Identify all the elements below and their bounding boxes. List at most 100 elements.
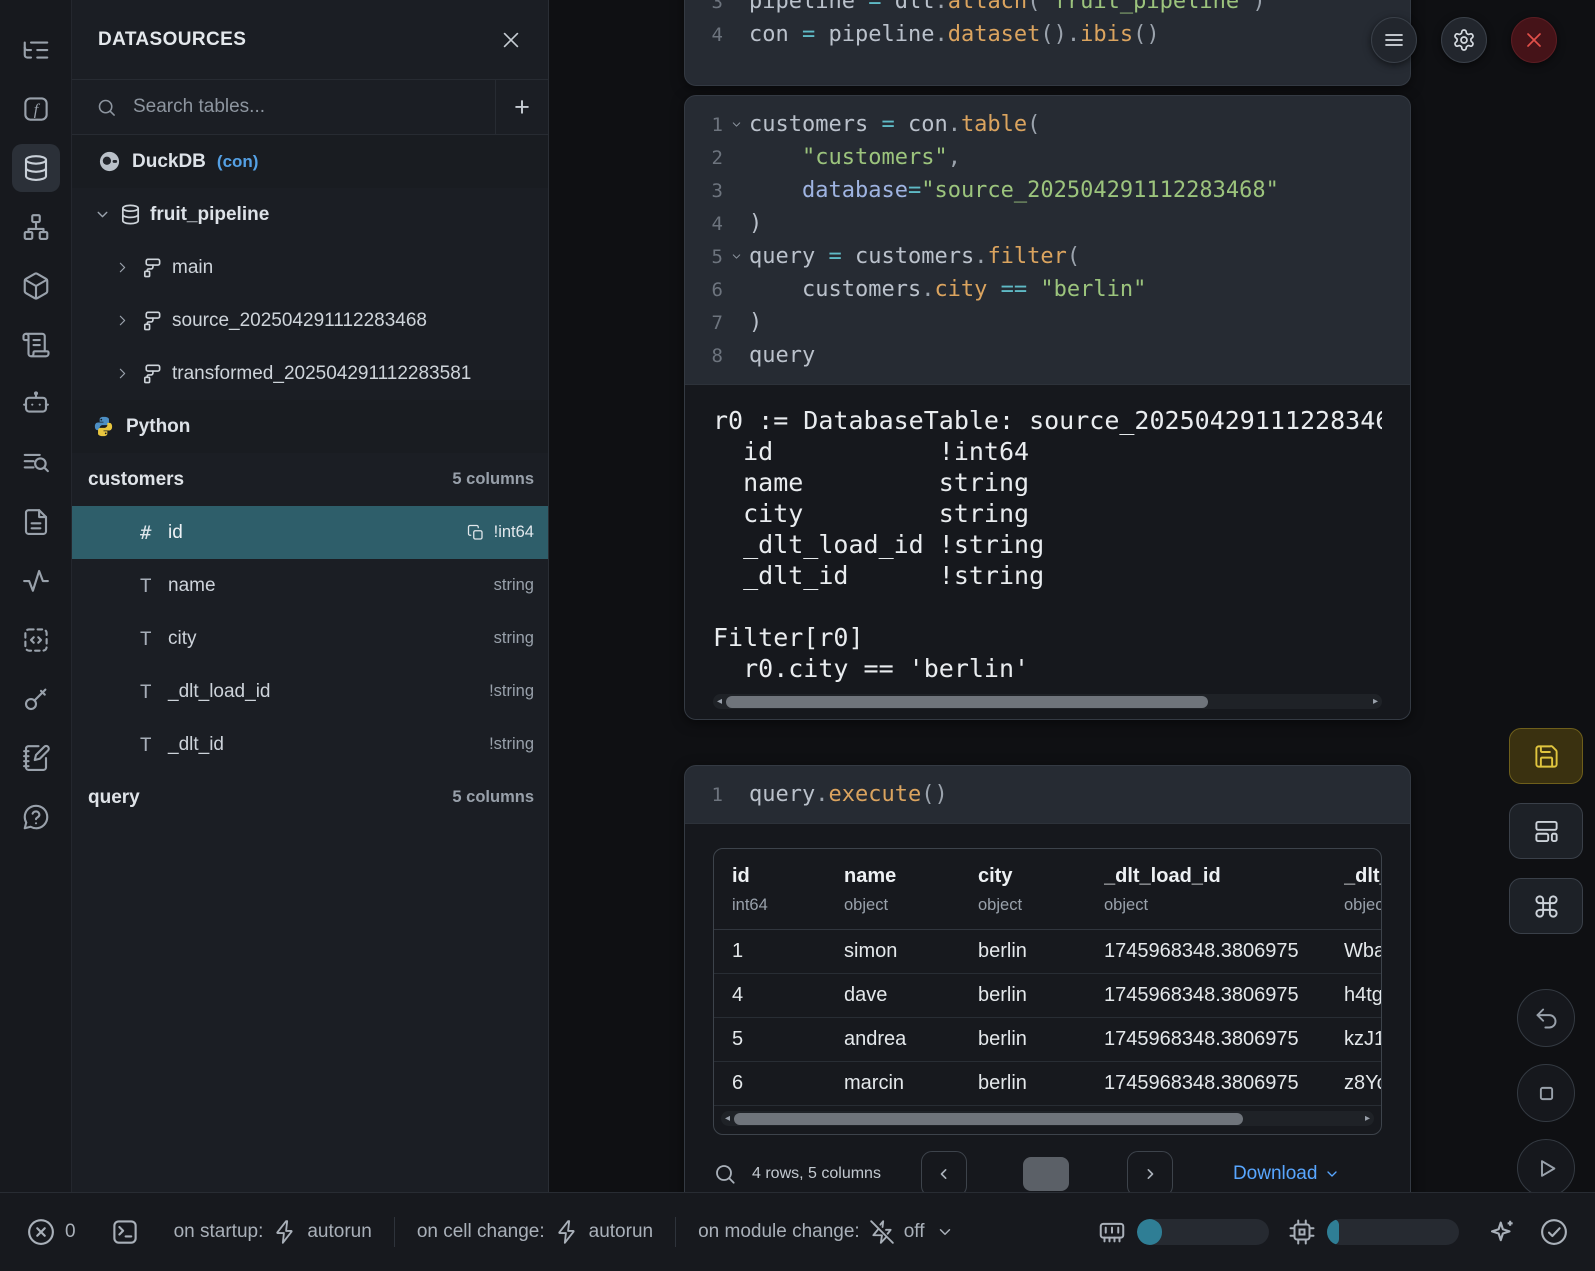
chevron-right-icon <box>114 365 131 382</box>
fold-chevron-icon[interactable] <box>723 250 749 263</box>
connection-row-duckdb[interactable]: DuckDB (con) <box>72 135 548 188</box>
add-datasource-button[interactable]: + <box>495 80 548 134</box>
undo-button[interactable] <box>1517 989 1575 1047</box>
column-header-_dlt_load_id[interactable]: _dlt_load_idobject <box>1086 865 1326 915</box>
help-icon[interactable] <box>12 793 60 841</box>
log-search-icon[interactable] <box>12 439 60 487</box>
scroll-left-arrow-icon[interactable]: ◂ <box>717 695 722 708</box>
play-button[interactable] <box>1517 1139 1575 1192</box>
scroll-right-arrow-icon[interactable]: ▸ <box>1365 1112 1370 1125</box>
layout-button[interactable] <box>1509 803 1583 859</box>
code-line[interactable]: 6 customers.city == "berlin" <box>685 273 1410 306</box>
column-header-city[interactable]: cityobject <box>960 865 1086 915</box>
horizontal-scrollbar[interactable]: ◂ ▸ <box>721 1111 1374 1126</box>
notebook-pen-icon[interactable] <box>12 734 60 782</box>
document-icon[interactable] <box>12 498 60 546</box>
database-icon <box>119 203 142 226</box>
activity-icon[interactable] <box>12 557 60 605</box>
settings-button[interactable] <box>1441 17 1487 63</box>
column-row-city[interactable]: Tcitystring <box>72 612 548 665</box>
line-number: 4 <box>685 24 723 46</box>
database-row[interactable]: fruit_pipeline <box>72 188 548 241</box>
table-cell: andrea <box>826 1028 960 1051</box>
code-snippet-icon[interactable] <box>12 616 60 664</box>
table-row[interactable]: 5andreaberlin1745968348.3806975kzJ1 <box>714 1018 1381 1062</box>
code-line[interactable]: 1customers = con.table( <box>685 108 1410 141</box>
on-cell-change-setting[interactable]: on cell change: autorun <box>417 1219 653 1245</box>
chevron-down-icon <box>936 1223 954 1241</box>
on-startup-setting[interactable]: on startup: autorun <box>174 1219 372 1245</box>
package-icon[interactable] <box>12 262 60 310</box>
terminal-icon[interactable] <box>110 1217 140 1247</box>
scroll-right-arrow-icon[interactable]: ▸ <box>1373 695 1378 708</box>
column-header-_dlt_id[interactable]: _dlt_idobject <box>1326 865 1381 915</box>
table-row-customers[interactable]: customers5 columns <box>72 453 548 506</box>
code-line[interactable]: 1query.execute() <box>685 778 1410 811</box>
column-row-_dlt_load_id[interactable]: T_dlt_load_id!string <box>72 665 548 718</box>
scroll-icon[interactable] <box>12 321 60 369</box>
column-row-_dlt_id[interactable]: T_dlt_id!string <box>72 718 548 771</box>
table-search-icon[interactable] <box>713 1162 737 1186</box>
separator <box>675 1217 676 1247</box>
scrollbar-thumb[interactable] <box>734 1113 1243 1125</box>
query-cell-output: r0 := DatabaseTable: source_202504291112… <box>685 384 1410 719</box>
scrollbar-thumb[interactable] <box>726 696 1208 708</box>
schema-row-source_202504291112283468[interactable]: source_202504291112283468 <box>72 294 548 347</box>
horizontal-scrollbar[interactable]: ◂ ▸ <box>713 694 1382 709</box>
search-input[interactable] <box>131 95 495 119</box>
error-count-indicator[interactable]: 0 <box>26 1217 76 1247</box>
column-row-name[interactable]: Tnamestring <box>72 559 548 612</box>
python-section-row[interactable]: Python <box>72 400 548 453</box>
table-row-query[interactable]: query5 columns <box>72 771 548 824</box>
code-line[interactable]: 2 "customers", <box>685 141 1410 174</box>
code-editor-setup[interactable]: 3pipeline = dlt.attach("fruit_pipeline")… <box>685 0 1410 63</box>
command-button[interactable] <box>1509 878 1583 934</box>
previous-page-button[interactable] <box>921 1151 967 1192</box>
key-icon[interactable] <box>12 675 60 723</box>
datasources-panel: DATASOURCES + DuckDB (con) <box>72 0 549 1192</box>
next-page-button[interactable] <box>1127 1151 1173 1192</box>
database-icon[interactable] <box>12 144 60 192</box>
code-line[interactable]: 5query = customers.filter( <box>685 240 1410 273</box>
code-line[interactable]: 3 database="source_202504291112283468" <box>685 174 1410 207</box>
schema-row-main[interactable]: main <box>72 241 548 294</box>
function-icon[interactable]: f <box>12 85 60 133</box>
schema-row-transformed_202504291112283581[interactable]: transformed_202504291112283581 <box>72 347 548 400</box>
code-editor-execute[interactable]: 1query.execute() <box>685 766 1410 823</box>
code-text: customers = con.table( <box>749 112 1040 137</box>
code-text: pipeline = dlt.attach("fruit_pipeline") <box>749 0 1266 14</box>
table-cell: 4 <box>714 984 826 1007</box>
code-text: query <box>749 343 815 368</box>
copy-icon[interactable] <box>467 524 485 542</box>
shutdown-button[interactable] <box>1511 17 1557 63</box>
code-line[interactable]: 8query <box>685 339 1410 372</box>
on-module-change-setting[interactable]: on module change: off <box>698 1219 953 1245</box>
chevron-down-icon <box>1324 1166 1340 1182</box>
check-circle-icon[interactable] <box>1539 1217 1569 1247</box>
scroll-left-arrow-icon[interactable]: ◂ <box>725 1112 730 1125</box>
download-link[interactable]: Download <box>1233 1163 1341 1185</box>
code-line[interactable]: 4) <box>685 207 1410 240</box>
fold-chevron-icon[interactable] <box>723 118 749 131</box>
column-header-id[interactable]: idint64 <box>714 865 826 915</box>
file-tree-icon[interactable] <box>12 26 60 74</box>
code-editor-query[interactable]: 1customers = con.table(2 "customers",3 d… <box>685 96 1410 384</box>
close-panel-icon[interactable] <box>500 29 522 51</box>
menu-button[interactable] <box>1371 17 1417 63</box>
table-row[interactable]: 6marcinberlin1745968348.3806975z8Yo <box>714 1062 1381 1106</box>
table-row[interactable]: 4daveberlin1745968348.3806975h4tg <box>714 974 1381 1018</box>
code-line[interactable]: 4con = pipeline.dataset().ibis() <box>685 18 1410 51</box>
code-line[interactable]: 7) <box>685 306 1410 339</box>
ai-bot-icon[interactable] <box>12 380 60 428</box>
column-row-id[interactable]: #id!int64 <box>72 506 548 559</box>
result-table-grid: idint64nameobjectcityobject_dlt_load_ido… <box>714 849 1381 1106</box>
save-button[interactable] <box>1509 728 1583 784</box>
dependency-graph-icon[interactable] <box>12 203 60 251</box>
column-type: !int64 <box>494 523 534 542</box>
table-row[interactable]: 1simonberlin1745968348.3806975Wba <box>714 930 1381 974</box>
sparkles-icon[interactable] <box>1487 1217 1517 1247</box>
code-line[interactable]: 3pipeline = dlt.attach("fruit_pipeline") <box>685 0 1410 18</box>
column-header-name[interactable]: nameobject <box>826 865 960 915</box>
stop-button[interactable] <box>1517 1064 1575 1122</box>
page-indicator[interactable] <box>1023 1157 1069 1191</box>
